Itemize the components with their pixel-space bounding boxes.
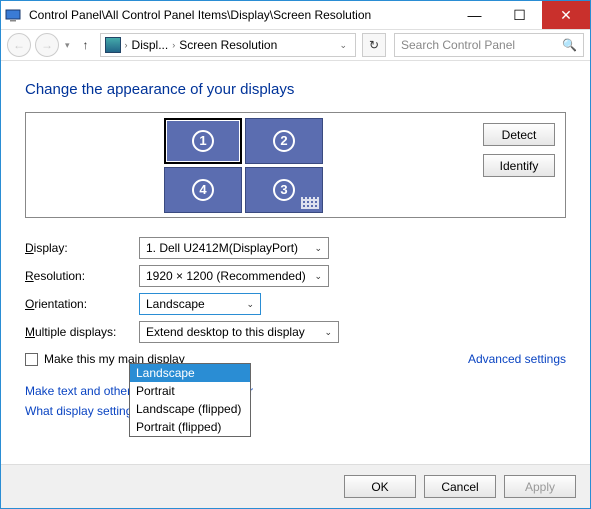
dialog-footer: OK Cancel Apply xyxy=(1,464,590,508)
content-area: Change the appearance of your displays 1… xyxy=(1,61,590,464)
address-bar[interactable]: › Displ... › Screen Resolution ⌄ xyxy=(100,33,356,57)
maximize-button[interactable]: ☐ xyxy=(497,1,542,29)
app-icon xyxy=(1,1,25,29)
resolution-label: Resolution: xyxy=(25,269,135,283)
multiple-displays-label: Multiple displays: xyxy=(25,325,135,339)
monitor-1[interactable]: 1 xyxy=(164,118,242,164)
monitor-icon xyxy=(105,37,121,53)
window: Control Panel\All Control Panel Items\Di… xyxy=(0,0,591,509)
monitor-3[interactable]: 3 xyxy=(245,167,323,213)
refresh-button[interactable]: ↻ xyxy=(362,33,386,57)
orientation-option-landscape-flipped[interactable]: Landscape (flipped) xyxy=(130,400,250,418)
display-label: Display: xyxy=(25,241,135,255)
orientation-option-portrait-flipped[interactable]: Portrait (flipped) xyxy=(130,418,250,436)
what-settings-link[interactable]: What display settings should I choose? xyxy=(25,404,566,418)
window-buttons: — ☐ ✕ xyxy=(452,1,590,29)
main-display-checkbox[interactable] xyxy=(25,353,38,366)
window-title: Control Panel\All Control Panel Items\Di… xyxy=(25,1,452,29)
search-input[interactable]: Search Control Panel 🔍 xyxy=(394,33,584,57)
orientation-label: Orientation: xyxy=(25,297,135,311)
search-placeholder: Search Control Panel xyxy=(401,38,515,52)
display-select[interactable]: 1. Dell U2412M(DisplayPort)⌄ xyxy=(139,237,329,259)
address-dropdown-icon[interactable]: ⌄ xyxy=(335,40,351,51)
orientation-option-landscape[interactable]: Landscape xyxy=(130,364,250,382)
monitor-grid: 1 2 4 3 xyxy=(164,118,323,213)
page-heading: Change the appearance of your displays xyxy=(25,81,566,98)
close-button[interactable]: ✕ xyxy=(542,1,590,29)
breadcrumb-display[interactable]: Displ... xyxy=(132,38,169,52)
display-arrangement[interactable]: 1 2 4 3 Detect Identify xyxy=(25,112,566,218)
multiple-displays-select[interactable]: Extend desktop to this display⌄ xyxy=(139,321,339,343)
orientation-select[interactable]: Landscape⌄ xyxy=(139,293,261,315)
chevron-right-icon: › xyxy=(170,40,177,50)
resolution-select[interactable]: 1920 × 1200 (Recommended)⌄ xyxy=(139,265,329,287)
orientation-option-portrait[interactable]: Portrait xyxy=(130,382,250,400)
cancel-button[interactable]: Cancel xyxy=(424,475,496,498)
orientation-dropdown: Landscape Portrait Landscape (flipped) P… xyxy=(129,363,251,437)
minimize-button[interactable]: — xyxy=(452,1,497,29)
advanced-settings-link[interactable]: Advanced settings xyxy=(468,352,566,366)
chevron-down-icon: ⌄ xyxy=(306,243,322,254)
ok-button[interactable]: OK xyxy=(344,475,416,498)
chevron-down-icon: ⌄ xyxy=(238,299,254,310)
larger-smaller-link[interactable]: Make text and other items larger or smal… xyxy=(25,384,566,398)
breadcrumb-screen-resolution[interactable]: Screen Resolution xyxy=(179,38,277,52)
monitor-2[interactable]: 2 xyxy=(245,118,323,164)
titlebar: Control Panel\All Control Panel Items\Di… xyxy=(1,1,590,29)
up-button[interactable]: ↑ xyxy=(76,35,96,55)
chevron-right-icon: › xyxy=(123,40,130,50)
back-button[interactable]: ← xyxy=(7,33,31,57)
history-dropdown[interactable]: ▾ xyxy=(63,40,72,51)
detect-button[interactable]: Detect xyxy=(483,123,555,146)
search-icon: 🔍 xyxy=(562,38,577,52)
monitor-4[interactable]: 4 xyxy=(164,167,242,213)
chevron-down-icon: ⌄ xyxy=(306,271,322,282)
apply-button[interactable]: Apply xyxy=(504,475,576,498)
forward-button[interactable]: → xyxy=(35,33,59,57)
navbar: ← → ▾ ↑ › Displ... › Screen Resolution ⌄… xyxy=(1,29,590,61)
chevron-down-icon: ⌄ xyxy=(316,327,332,338)
primary-indicator-icon xyxy=(301,197,319,209)
identify-button[interactable]: Identify xyxy=(483,154,555,177)
